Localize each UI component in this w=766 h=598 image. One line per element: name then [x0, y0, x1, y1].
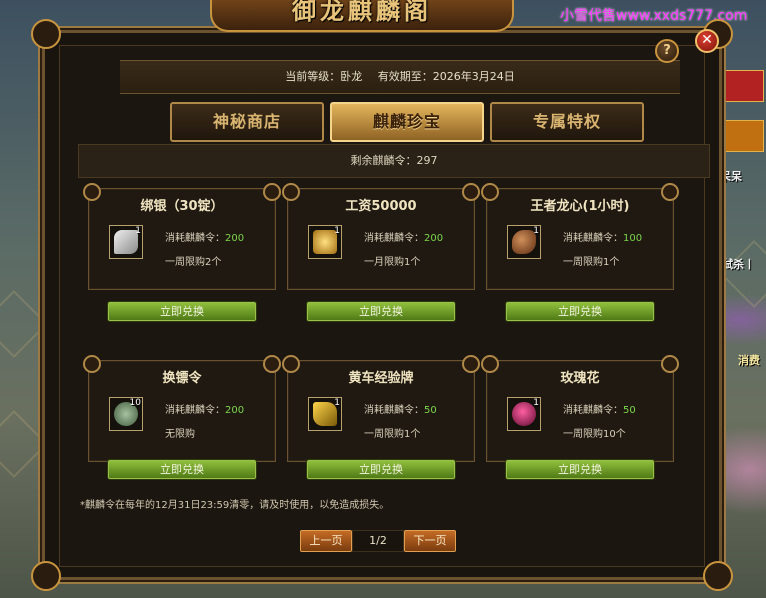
- item-slot[interactable]: 1: [507, 225, 541, 259]
- item-slot[interactable]: 1: [308, 225, 342, 259]
- window-body: 当前等级：卧龙 有效期至：2026年3月24日 神秘商店 麒麟珍宝 专属特权 剩…: [59, 45, 710, 567]
- redeem-button[interactable]: 立即兑换: [506, 302, 654, 321]
- shop-item-card: 换镖令 10 消耗麒麟令：200 无限购: [83, 355, 281, 462]
- shop-item-card: 玫瑰花 1 消耗麒麟令：50 一周限购10个: [481, 355, 679, 462]
- level-info-bar: 当前等级：卧龙 有效期至：2026年3月24日: [120, 60, 680, 94]
- tab-exclusive-privilege[interactable]: 专属特权: [490, 102, 644, 142]
- redeem-button[interactable]: 立即兑换: [108, 302, 256, 321]
- item-cost: 消耗麒麟令：200: [364, 233, 444, 244]
- tab-bar: 神秘商店 麒麟珍宝 专属特权: [170, 102, 644, 142]
- close-button[interactable]: ✕: [695, 29, 719, 53]
- item-slot[interactable]: 10: [109, 397, 143, 431]
- item-purchase-limit: 一周限购2个: [165, 257, 222, 268]
- item-slot[interactable]: 1: [109, 225, 143, 259]
- item-cost: 消耗麒麟令：100: [563, 233, 643, 244]
- item-name: 玫瑰花: [560, 371, 600, 386]
- item-name: 工资50000: [345, 199, 417, 214]
- item-quantity: 1: [533, 226, 539, 236]
- player-title-text: 弑杀丨: [722, 258, 755, 271]
- item-name: 黄车经验牌: [348, 371, 414, 386]
- player-name-text: 呆呆: [720, 170, 742, 183]
- next-page-button[interactable]: 下一页: [404, 530, 456, 552]
- item-slot[interactable]: 1: [308, 397, 342, 431]
- shop-item-card: 工资50000 1 消耗麒麟令：200 一月限购1个: [282, 183, 480, 290]
- banner-flag: [722, 120, 764, 152]
- item-name: 绑银（30锭）: [140, 199, 224, 214]
- corner-ornament: [703, 561, 733, 591]
- item-purchase-limit: 一周限购1个: [364, 429, 421, 440]
- shop-item-card: 王者龙心(1小时) 1 消耗麒麟令：100 一周限购1个: [481, 183, 679, 290]
- corner-ornament: [31, 561, 61, 591]
- item-name: 换镖令: [162, 371, 202, 386]
- tab-qilin-treasure[interactable]: 麒麟珍宝: [330, 102, 484, 142]
- shop-item-card: 绑银（30锭） 1 消耗麒麟令：200 一周限购2个: [83, 183, 281, 290]
- item-cost: 消耗麒麟令：50: [364, 405, 437, 416]
- close-icon: ✕: [701, 32, 713, 48]
- item-purchase-limit: 一周限购1个: [563, 257, 620, 268]
- question-mark-icon: ?: [663, 43, 671, 58]
- banner-flag: [722, 70, 764, 102]
- item-quantity: 1: [533, 398, 539, 408]
- page-indicator: 1/2: [352, 530, 404, 552]
- corner-ornament: [31, 19, 61, 49]
- reset-notice: *麒麟令在每年的12月31日23:59清零，请及时使用，以免造成损失。: [80, 500, 390, 511]
- item-cost: 消耗麒麟令：200: [165, 233, 245, 244]
- item-slot[interactable]: 1: [507, 397, 541, 431]
- item-quantity: 1: [135, 226, 141, 236]
- item-purchase-limit: 一周限购10个: [563, 429, 626, 440]
- remaining-tokens-bar: 剩余麒麟令：297: [78, 144, 710, 178]
- help-button[interactable]: ?: [655, 39, 679, 63]
- prev-page-button[interactable]: 上一页: [300, 530, 352, 552]
- qilin-pavilion-window: 当前等级：卧龙 有效期至：2026年3月24日 神秘商店 麒麟珍宝 专属特权 剩…: [31, 19, 733, 591]
- item-quantity: 10: [129, 398, 141, 408]
- tab-mystery-shop[interactable]: 神秘商店: [170, 102, 324, 142]
- redeem-button[interactable]: 立即兑换: [506, 460, 654, 479]
- redeem-button[interactable]: 立即兑换: [307, 302, 455, 321]
- redeem-button[interactable]: 立即兑换: [307, 460, 455, 479]
- current-level-text: 当前等级：卧龙: [285, 70, 363, 83]
- shop-item-card: 黄车经验牌 1 消耗麒麟令：50 一周限购1个: [282, 355, 480, 462]
- item-cost: 消耗麒麟令：50: [563, 405, 636, 416]
- item-quantity: 1: [334, 398, 340, 408]
- item-cost: 消耗麒麟令：200: [165, 405, 245, 416]
- item-name: 王者龙心(1小时): [530, 199, 630, 214]
- item-quantity: 1: [334, 226, 340, 236]
- pagination: 上一页 1/2 下一页: [300, 530, 500, 552]
- valid-until-text: 有效期至：2026年3月24日: [377, 70, 515, 83]
- side-menu-text: 消费: [738, 354, 760, 367]
- window-title: 御龙麒麟阁: [210, 0, 514, 32]
- item-purchase-limit: 无限购: [165, 429, 195, 440]
- redeem-button[interactable]: 立即兑换: [108, 460, 256, 479]
- item-purchase-limit: 一月限购1个: [364, 257, 421, 268]
